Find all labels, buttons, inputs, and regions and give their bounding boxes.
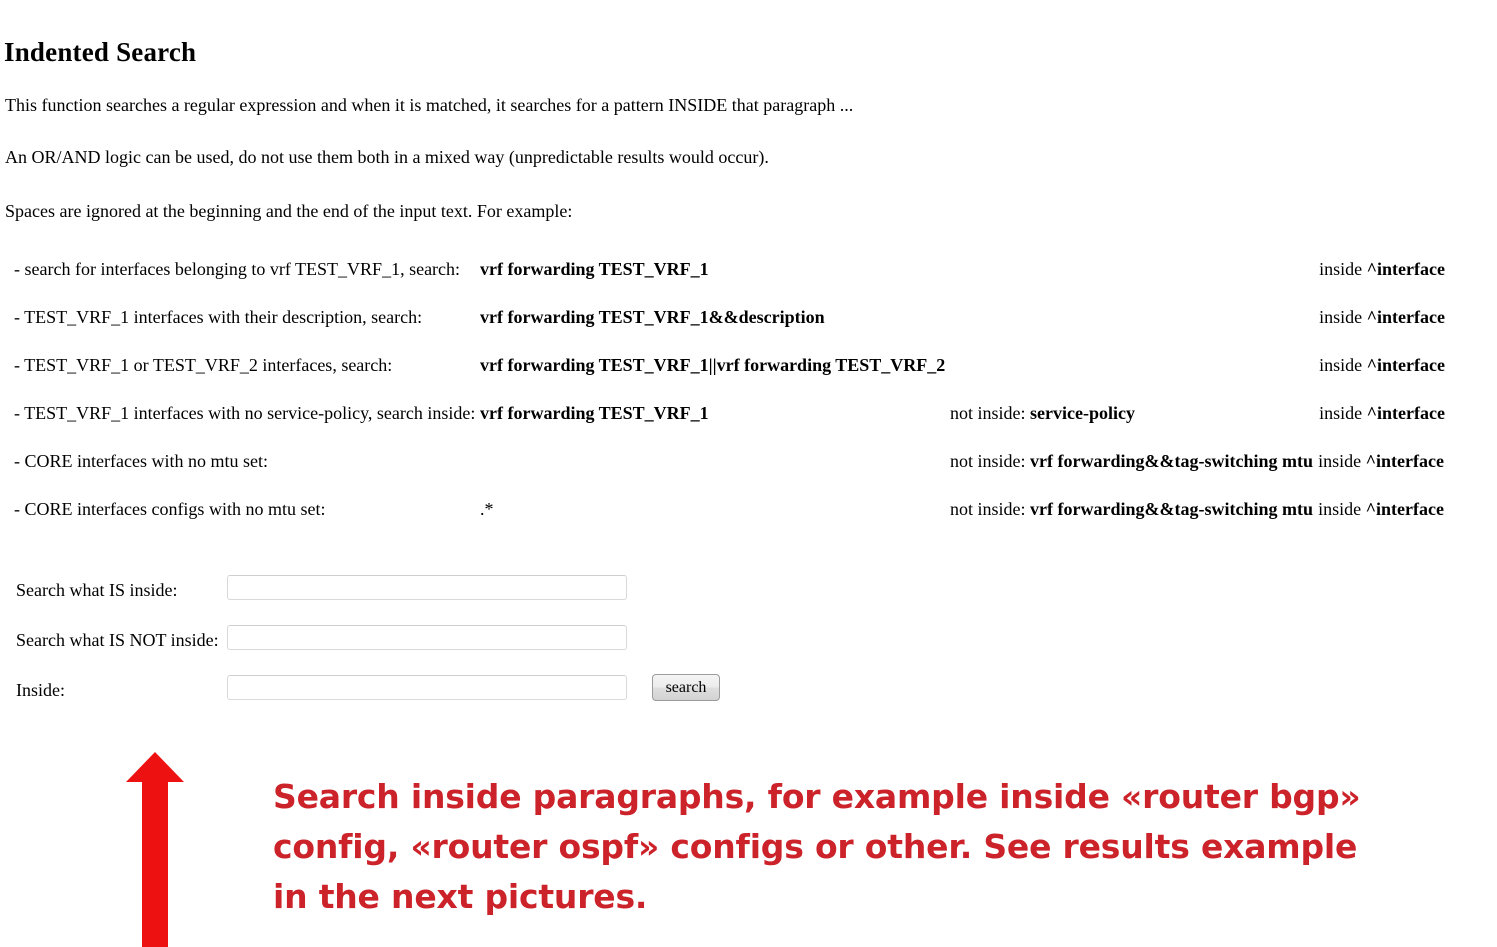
example-not-inside: not inside: vrf forwarding&&tag-switchin… <box>950 450 1313 472</box>
up-arrow-icon <box>126 752 184 947</box>
example-description: - search for interfaces belonging to vrf… <box>14 259 461 279</box>
example-not-inside-label: not inside: <box>950 451 1030 471</box>
example-not-inside-value: vrf forwarding&&tag-switching mtu <box>1030 499 1313 519</box>
example-not-inside-value: service-policy <box>1030 403 1135 423</box>
example-row: - TEST_VRF_1 interfaces with their descr… <box>0 306 1497 354</box>
search-button[interactable]: search <box>652 674 720 701</box>
example-inside: inside ^interface <box>1319 258 1445 280</box>
example-search-pattern: vrf forwarding TEST_VRF_1&&description <box>480 307 825 327</box>
example-not-inside: not inside: vrf forwarding&&tag-switchin… <box>950 498 1313 520</box>
search-form: Search what IS inside: Search what IS NO… <box>0 575 760 725</box>
example-inside: inside ^interface <box>1318 450 1444 472</box>
page-root: Indented Search This function searches a… <box>0 0 1497 947</box>
example-inside: inside ^interface <box>1318 498 1444 520</box>
annotation-line-3: in the next pictures. <box>273 877 648 916</box>
example-inside: inside ^interface <box>1319 354 1445 376</box>
example-row: - TEST_VRF_1 interfaces with no service-… <box>0 402 1497 450</box>
example-row: - CORE interfaces configs with no mtu se… <box>0 498 1497 546</box>
example-inside: inside ^interface <box>1319 306 1445 328</box>
example-inside-value: ^interface <box>1365 451 1444 471</box>
example-row: - CORE interfaces with no mtu set: not i… <box>0 450 1497 498</box>
example-inside-value: ^interface <box>1366 403 1445 423</box>
example-not-inside-label: not inside: <box>950 403 1030 423</box>
example-inside-label: inside <box>1319 259 1367 279</box>
search-is-not-inside-input[interactable] <box>227 625 627 650</box>
example-search-pattern: vrf forwarding TEST_VRF_1 <box>480 259 709 279</box>
example-description: - CORE interfaces with no mtu set: <box>14 451 268 471</box>
intro-paragraph-1: This function searches a regular express… <box>5 95 854 115</box>
example-not-inside-value: vrf forwarding&&tag-switching mtu <box>1030 451 1313 471</box>
annotation-text: Search inside paragraphs, for example in… <box>273 772 1361 922</box>
example-inside-value: ^interface <box>1365 499 1444 519</box>
annotation-line-1: Search inside paragraphs, for example in… <box>273 777 1361 816</box>
example-not-inside-label: not inside: <box>950 499 1030 519</box>
example-inside-label: inside <box>1319 355 1367 375</box>
example-search-pattern: .* <box>480 499 494 519</box>
example-inside-label: inside <box>1318 451 1366 471</box>
search-is-not-inside-label: Search what IS NOT inside: <box>16 630 219 650</box>
example-row: - TEST_VRF_1 or TEST_VRF_2 interfaces, s… <box>0 354 1497 402</box>
inside-label: Inside: <box>16 680 65 700</box>
example-inside-value: ^interface <box>1366 307 1445 327</box>
example-search-pattern: vrf forwarding TEST_VRF_1 <box>480 403 709 423</box>
search-is-inside-label: Search what IS inside: <box>16 580 178 600</box>
example-description: - TEST_VRF_1 interfaces with no service-… <box>14 403 476 423</box>
example-not-inside: not inside: service-policy <box>950 402 1135 424</box>
form-row-is-not-inside: Search what IS NOT inside: <box>0 625 760 675</box>
example-inside: inside ^interface <box>1319 402 1445 424</box>
example-description: - TEST_VRF_1 or TEST_VRF_2 interfaces, s… <box>14 355 393 375</box>
form-row-is-inside: Search what IS inside: <box>0 575 760 625</box>
intro-paragraph-2: An OR/AND logic can be used, do not use … <box>5 147 769 167</box>
example-inside-label: inside <box>1319 403 1367 423</box>
example-description: - TEST_VRF_1 interfaces with their descr… <box>14 307 423 327</box>
inside-input[interactable] <box>227 675 627 700</box>
example-inside-value: ^interface <box>1366 259 1445 279</box>
page-title: Indented Search <box>4 37 197 68</box>
annotation-line-2: config, «router ospf» configs or other. … <box>273 827 1358 866</box>
example-row: - search for interfaces belonging to vrf… <box>0 258 1497 306</box>
example-description: - CORE interfaces configs with no mtu se… <box>14 499 326 519</box>
example-inside-label: inside <box>1319 307 1367 327</box>
example-search-pattern: vrf forwarding TEST_VRF_1||vrf forwardin… <box>480 355 946 375</box>
example-inside-label: inside <box>1318 499 1366 519</box>
search-is-inside-input[interactable] <box>227 575 627 600</box>
form-row-inside: Inside: search <box>0 674 760 725</box>
examples-list: - search for interfaces belonging to vrf… <box>0 258 1497 546</box>
intro-paragraph-3: Spaces are ignored at the beginning and … <box>5 201 573 221</box>
example-inside-value: ^interface <box>1366 355 1445 375</box>
